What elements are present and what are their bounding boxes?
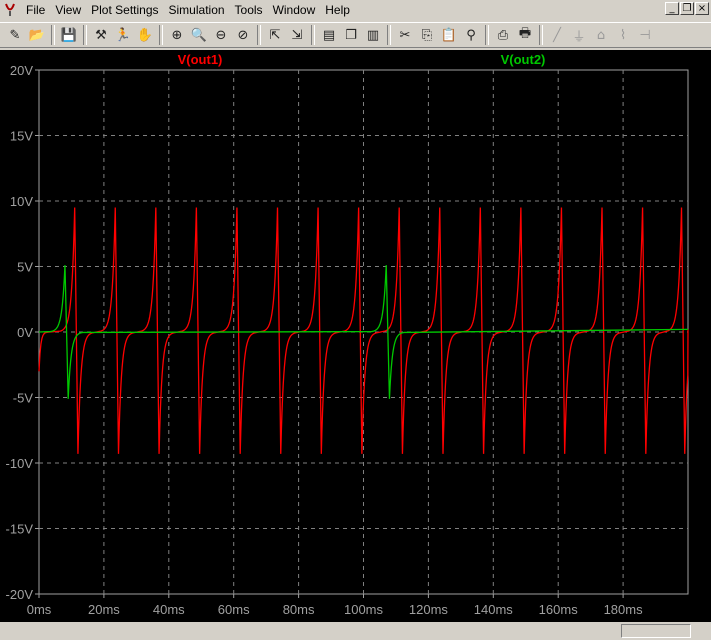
cascade-icon[interactable]: ❐ (340, 24, 362, 46)
x-tick-label: 80ms (283, 602, 315, 617)
run-icon[interactable]: 🏃 (112, 24, 134, 46)
app-waveform-icon[interactable] (3, 3, 17, 17)
y-tick-label: -20V (6, 587, 34, 602)
save-icon[interactable]: 💾 (58, 24, 80, 46)
minimize-icon[interactable]: _ (665, 2, 679, 15)
waveform-plot[interactable]: 20V 15V 10V 5V 0V -5V -10V -15V -20V 0ms 20ms 40ms 6… (0, 50, 711, 622)
toolbar-separator (387, 25, 391, 45)
halt-icon[interactable]: ✋ (134, 24, 156, 46)
x-tick-label: 20ms (88, 602, 120, 617)
trace-v-out2 (38, 265, 689, 399)
y-tick-label: 5V (17, 260, 33, 275)
label-icon[interactable]: ⌂ (590, 24, 612, 46)
y-tick-label: -10V (6, 456, 34, 471)
y-tick-label: 10V (10, 194, 33, 209)
zoom-cancel-icon[interactable]: ⊘ (232, 24, 254, 46)
toolbar-separator (539, 25, 543, 45)
status-bar (0, 622, 711, 640)
x-tick-label: 60ms (218, 602, 250, 617)
x-tick-label: 180ms (604, 602, 644, 617)
legend-label-1: V(out1) (178, 52, 223, 67)
zoom-full-icon[interactable]: ⇲ (286, 24, 308, 46)
restore-icon[interactable]: ❐ (680, 2, 694, 15)
tile-vertical-icon[interactable]: ▥ (362, 24, 384, 46)
plot-svg: 20V 15V 10V 5V 0V -5V -10V -15V -20V0ms 20ms 40ms 6… (6, 52, 689, 617)
zoom-area-icon[interactable]: ⊕ (166, 24, 188, 46)
menu-simulation[interactable]: Simulation (164, 0, 230, 20)
toolbar-separator (311, 25, 315, 45)
menu-view[interactable]: View (50, 0, 86, 20)
y-tick-label: 15V (10, 129, 33, 144)
toolbar-separator (257, 25, 261, 45)
print-icon[interactable]: 🖶 (514, 24, 536, 46)
status-pane (621, 624, 691, 638)
x-tick-label: 160ms (539, 602, 579, 617)
toolbar-separator (159, 25, 163, 45)
menu-plot-settings[interactable]: Plot Settings (86, 0, 163, 20)
menu-tools[interactable]: Tools (230, 0, 268, 20)
print-setup-icon[interactable]: ⎙ (492, 24, 514, 46)
toolbar: ✎ 📂 💾 ⚒ 🏃 ✋ ⊕ 🔍 ⊖ ⊘ ⇱ ⇲ ▤ ❐ ▥ ✂ ⎘ 📋 ⚲ ⎙ 🖶 ╱ ⏚ ⌂ ⌇ ⊣ (0, 22, 711, 48)
control-panel-icon[interactable]: ⚒ (90, 24, 112, 46)
copy-icon[interactable]: ⎘ (416, 24, 438, 46)
capacitor-icon[interactable]: ⊣ (634, 24, 656, 46)
y-tick-label: -5V (13, 391, 34, 406)
paste-icon[interactable]: 📋 (438, 24, 460, 46)
x-tick-label: 0ms (27, 602, 52, 617)
menu-window[interactable]: Window (268, 0, 321, 20)
menu-bar: File View Plot Settings Simulation Tools… (0, 0, 711, 20)
menu-file[interactable]: File (21, 0, 50, 20)
y-tick-label: -15V (6, 522, 34, 537)
window-controls: _ ❐ × (665, 2, 709, 15)
x-tick-label: 120ms (409, 602, 449, 617)
y-tick-label: 0V (17, 325, 33, 340)
x-tick-label: 100ms (344, 602, 384, 617)
find-icon[interactable]: ⚲ (460, 24, 482, 46)
wire-icon[interactable]: ╱ (546, 24, 568, 46)
toolbar-separator (51, 25, 55, 45)
x-tick-label: 40ms (153, 602, 185, 617)
toolbar-separator (83, 25, 87, 45)
close-icon[interactable]: × (695, 2, 709, 15)
open-icon[interactable]: 📂 (26, 24, 48, 46)
menu-help[interactable]: Help (320, 0, 355, 20)
x-tick-label: 140ms (474, 602, 514, 617)
toolbar-separator (485, 25, 489, 45)
tile-horizontal-icon[interactable]: ▤ (318, 24, 340, 46)
autorange-icon[interactable]: ⇱ (264, 24, 286, 46)
zoom-out-icon[interactable]: ⊖ (210, 24, 232, 46)
cut-icon[interactable]: ✂ (394, 24, 416, 46)
new-schematic-icon[interactable]: ✎ (4, 24, 26, 46)
y-tick-label: 20V (10, 63, 33, 78)
legend-label-2: V(out2) (501, 52, 546, 67)
ground-icon[interactable]: ⏚ (568, 24, 590, 46)
zoom-in-icon[interactable]: 🔍 (188, 24, 210, 46)
resistor-icon[interactable]: ⌇ (612, 24, 634, 46)
